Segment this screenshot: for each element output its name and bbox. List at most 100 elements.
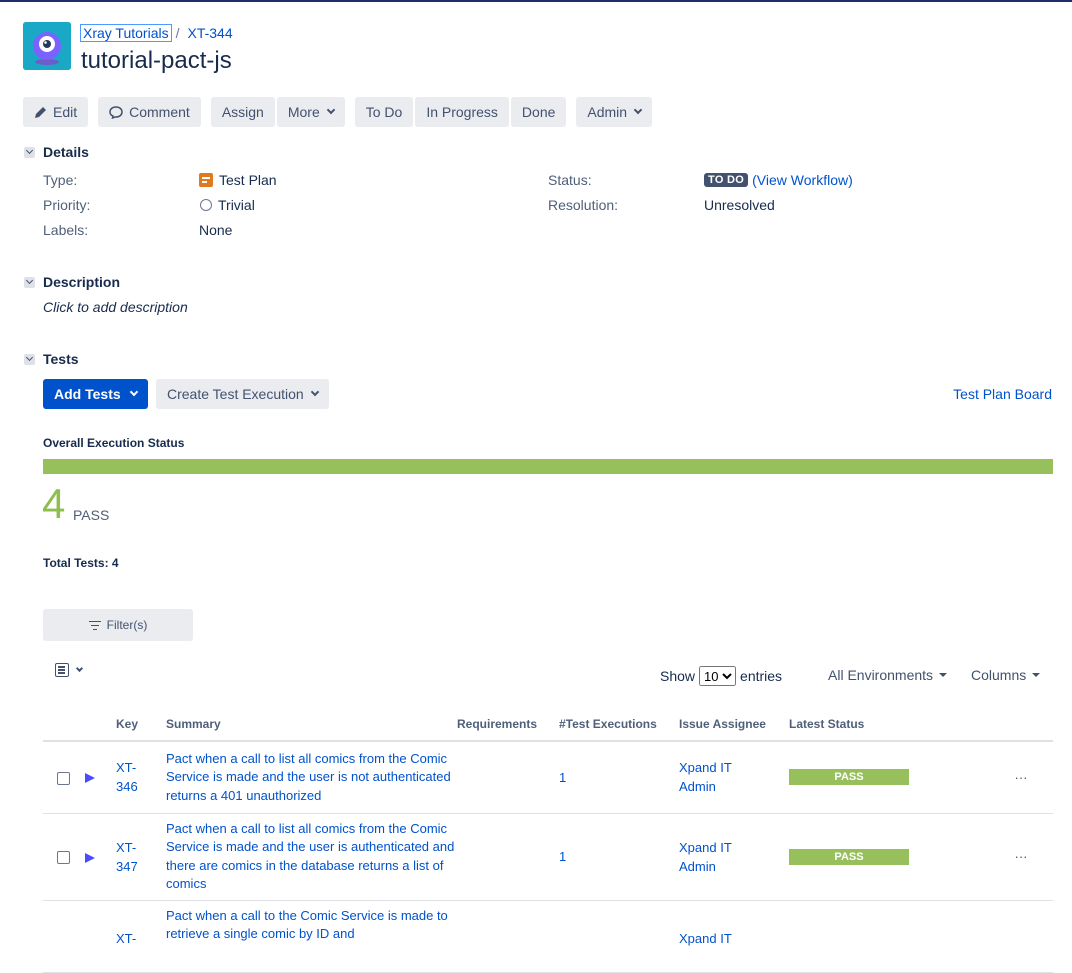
admin-button[interactable]: Admin xyxy=(576,97,653,127)
test-key-link[interactable]: XT- 346 xyxy=(116,758,146,796)
admin-label: Admin xyxy=(587,104,628,120)
chevron-down-icon xyxy=(633,105,643,115)
table-row: XT- 346 Pact when a call to list all comi… xyxy=(43,741,1053,814)
page-title: tutorial-pact-js xyxy=(81,47,232,74)
details-heading: Details xyxy=(43,144,89,160)
header-type xyxy=(78,707,116,742)
resolution-label: Resolution: xyxy=(548,197,619,213)
assignee-link[interactable]: Xpand IT Admin xyxy=(679,758,789,796)
test-key-link[interactable]: XT- 347 xyxy=(116,838,146,876)
filter-button[interactable]: Filter(s) xyxy=(43,609,193,641)
todo-button[interactable]: To Do xyxy=(354,97,414,127)
add-tests-label: Add Tests xyxy=(54,386,121,402)
test-summary-link[interactable]: Pact when a call to list all comics from… xyxy=(166,744,457,812)
chevron-down-icon xyxy=(129,387,138,397)
chevron-down-icon xyxy=(310,387,319,397)
columns-dropdown[interactable]: Columns xyxy=(971,667,1041,683)
status-badge: PASS xyxy=(789,848,909,865)
create-test-execution-button[interactable]: Create Test Execution xyxy=(156,379,329,409)
test-summary-link[interactable]: Pact when a call to list all comics from… xyxy=(166,814,457,900)
chevron-down-icon xyxy=(24,146,35,158)
test-summary-link[interactable]: Pact when a call to the Comic Service is… xyxy=(166,901,457,950)
show-label: Show xyxy=(660,668,696,684)
description-placeholder[interactable]: Click to add description xyxy=(43,299,188,315)
assign-button[interactable]: Assign xyxy=(210,97,275,127)
create-test-execution-label: Create Test Execution xyxy=(167,386,304,402)
chevron-down-icon xyxy=(326,105,335,115)
show-entries-control: Show 10 entries xyxy=(660,666,782,686)
more-label: More xyxy=(287,104,320,120)
table-header-row: Key Summary Requirements #Test Execution… xyxy=(43,707,1053,742)
environments-label: All Environments xyxy=(828,667,934,683)
done-button[interactable]: Done xyxy=(510,97,567,127)
assignee-part: Xpand IT xyxy=(679,760,732,776)
more-actions-icon[interactable]: ··· xyxy=(989,741,1053,814)
assignee-part: Admin xyxy=(679,858,716,874)
priority-value: Trivial xyxy=(200,197,255,213)
columns-label: Columns xyxy=(971,667,1027,683)
assignee-link[interactable]: Xpand IT Admin xyxy=(679,838,789,876)
add-tests-button[interactable]: Add Tests xyxy=(43,379,148,409)
row-checkbox[interactable] xyxy=(57,851,70,865)
edit-button[interactable]: Edit xyxy=(23,97,89,127)
caret-down-icon xyxy=(939,673,948,677)
priority-label: Priority: xyxy=(43,197,91,213)
filter-icon xyxy=(88,620,101,630)
type-label: Type: xyxy=(43,172,78,188)
tests-section-toggle[interactable]: Tests xyxy=(24,351,79,367)
table-row: XT- Pact when a call to the Comic Servic… xyxy=(43,900,1053,973)
test-plan-icon xyxy=(199,173,213,187)
execution-progress-pass xyxy=(43,459,1053,474)
row-checkbox[interactable] xyxy=(57,771,70,785)
in-progress-button[interactable]: In Progress xyxy=(415,97,509,127)
overall-execution-status-label: Overall Execution Status xyxy=(43,436,185,450)
test-executions-link[interactable]: 1 xyxy=(559,770,566,785)
tests-heading: Tests xyxy=(43,351,79,367)
type-value: Test Plan xyxy=(199,172,277,188)
labels-label: Labels: xyxy=(43,222,89,238)
chevron-down-icon xyxy=(24,276,35,288)
list-view-icon xyxy=(55,663,69,677)
issue-toolbar: Edit Comment Assign More To Do In Progre… xyxy=(23,97,653,127)
more-actions-icon[interactable]: ··· xyxy=(989,813,1053,901)
table-view-menu[interactable] xyxy=(55,663,84,677)
header-select xyxy=(43,707,78,742)
description-section-toggle[interactable]: Description xyxy=(24,274,120,290)
edit-label: Edit xyxy=(53,104,78,120)
pass-count-label: PASS xyxy=(73,507,110,523)
total-tests: Total Tests: 4 xyxy=(43,556,119,570)
breadcrumb-project-link[interactable]: Xray Tutorials xyxy=(80,24,172,42)
header-summary[interactable]: Summary xyxy=(166,707,457,742)
trivial-priority-icon xyxy=(200,199,212,211)
environments-dropdown[interactable]: All Environments xyxy=(828,667,948,683)
test-executions-link[interactable]: 1 xyxy=(559,849,566,864)
comment-button[interactable]: Comment xyxy=(98,97,201,127)
play-icon xyxy=(85,773,95,784)
header-latest-status[interactable]: Latest Status xyxy=(789,707,989,742)
entries-select[interactable]: 10 xyxy=(699,666,737,686)
header-requirements[interactable]: Requirements xyxy=(457,707,559,742)
test-plan-board-link[interactable]: Test Plan Board xyxy=(953,386,1052,402)
pass-count: 4 xyxy=(42,480,66,527)
header-assignee[interactable]: Issue Assignee xyxy=(679,707,789,742)
status-badge: PASS xyxy=(789,769,909,786)
table-row: XT- 347 Pact when a call to list all comi… xyxy=(43,813,1053,901)
project-avatar-icon[interactable] xyxy=(23,22,71,70)
assignee-link[interactable]: Xpand IT xyxy=(679,929,789,948)
more-button[interactable]: More xyxy=(276,97,345,127)
breadcrumb-issue-link[interactable]: XT-344 xyxy=(187,25,232,41)
breadcrumb: Xray Tutorials / XT-344 xyxy=(80,24,233,42)
labels-value[interactable]: None xyxy=(199,222,232,238)
status-badge: TO DO xyxy=(704,173,749,187)
test-key-part: 347 xyxy=(116,858,138,874)
breadcrumb-separator: / xyxy=(175,25,180,41)
details-section-toggle[interactable]: Details xyxy=(24,144,89,160)
header-key[interactable]: Key xyxy=(116,707,166,742)
chevron-down-icon xyxy=(24,353,35,365)
description-heading: Description xyxy=(43,274,121,290)
tests-table: Key Summary Requirements #Test Execution… xyxy=(43,707,1053,973)
header-test-executions[interactable]: #Test Executions xyxy=(559,707,679,742)
status-value: TO DO (View Workflow) xyxy=(704,172,853,188)
test-key-link[interactable]: XT- xyxy=(116,929,146,948)
view-workflow-link[interactable]: (View Workflow) xyxy=(752,172,853,188)
